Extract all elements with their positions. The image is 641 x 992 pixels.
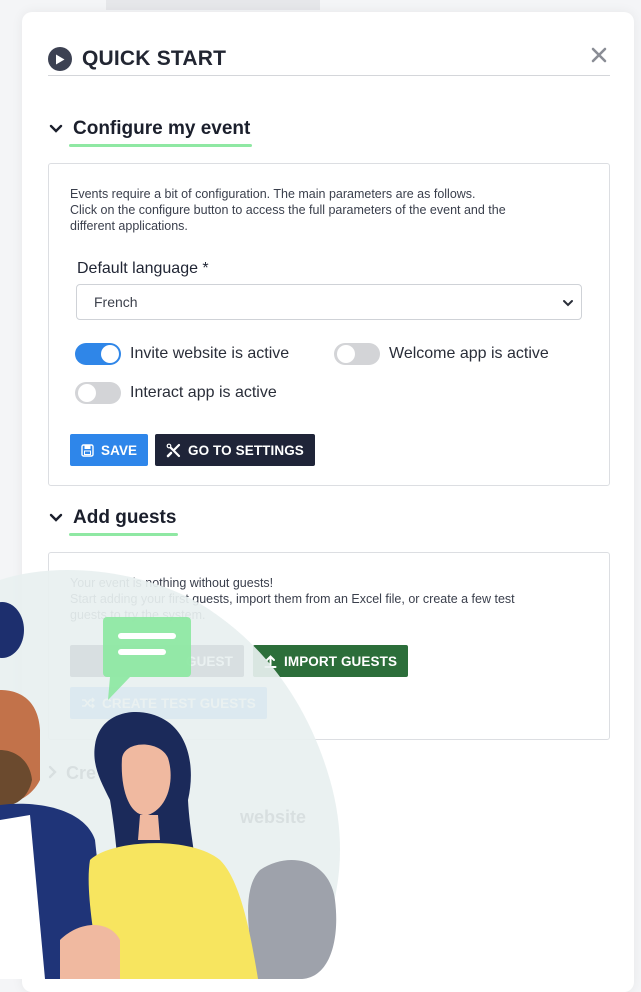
shuffle-icon	[82, 697, 95, 709]
create-test-guests-button[interactable]: CREATE TEST GUESTS	[70, 687, 267, 719]
toggle-switch-off[interactable]	[75, 382, 121, 404]
section-collapsed-partial[interactable]: Cre	[48, 763, 96, 784]
toggle-switch-off[interactable]	[334, 343, 380, 365]
add-guests-description: Your event is nothing without guests! St…	[70, 576, 515, 622]
tools-icon	[166, 443, 181, 457]
add-guest-button[interactable]: GUEST	[70, 645, 244, 677]
chevron-down-icon	[48, 121, 64, 137]
partial-website-text: website	[240, 807, 307, 827]
configure-description: Events require a bit of configuration. T…	[70, 187, 506, 233]
top-bar-fragment	[106, 0, 320, 10]
save-button[interactable]: SAVE	[70, 434, 149, 466]
play-icon	[48, 47, 72, 71]
panel-header: QUICK START	[48, 40, 608, 78]
configure-card: Events require a bit of configuration. T…	[48, 163, 610, 486]
section-configure-toggle[interactable]: Configure my event	[48, 118, 253, 147]
welcome-app-toggle[interactable]: Welcome app is active	[334, 343, 549, 365]
interact-app-toggle[interactable]: Interact app is active	[75, 382, 277, 404]
chevron-down-icon	[48, 510, 64, 526]
default-language-value: French	[94, 294, 138, 310]
chevron-down-icon	[562, 296, 574, 312]
add-guests-card: Your event is nothing without guests! St…	[48, 552, 610, 740]
save-icon	[81, 443, 94, 457]
header-divider	[48, 75, 610, 76]
section-add-guests-toggle[interactable]: Add guests	[48, 507, 179, 536]
default-language-label: Default language *	[77, 260, 209, 277]
panel-title: QUICK START	[82, 47, 227, 70]
section-add-guests-title: Add guests	[69, 507, 179, 536]
close-icon[interactable]	[588, 44, 610, 66]
invite-website-toggle[interactable]: Invite website is active	[75, 343, 289, 365]
upload-icon	[264, 654, 277, 668]
import-guests-button[interactable]: IMPORT GUESTS	[253, 645, 409, 677]
section-configure-title: Configure my event	[69, 118, 253, 147]
default-language-select[interactable]: French	[76, 284, 582, 320]
quick-start-panel: QUICK START Configure my event Events re…	[22, 12, 634, 992]
go-to-settings-button[interactable]: GO TO SETTINGS	[155, 434, 315, 466]
toggle-switch-on[interactable]	[75, 343, 121, 365]
